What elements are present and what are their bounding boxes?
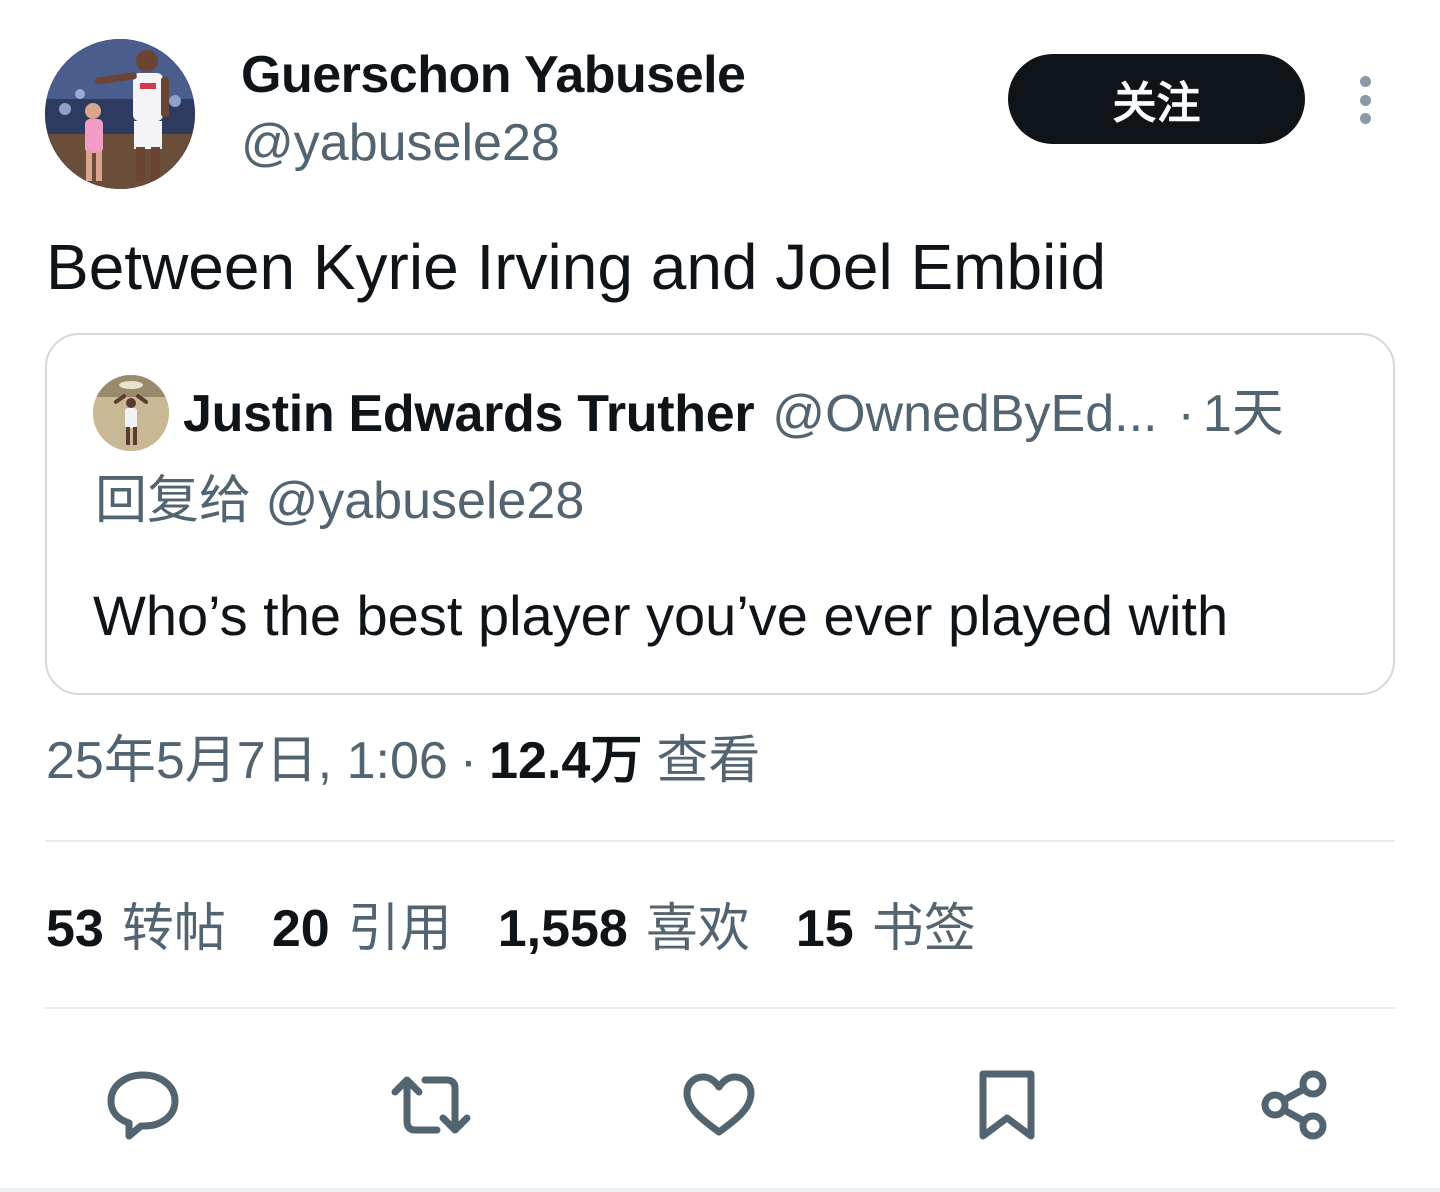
reply-prefix: 回复给 [95,472,252,530]
stat-number: 53 [46,900,104,958]
reply-mention[interactable]: @yabusele28 [265,472,584,530]
quote-author-avatar[interactable] [93,375,169,451]
like-icon[interactable] [664,1050,774,1160]
avatar-photo [45,39,195,189]
action-bar [0,1050,1440,1160]
stat-label: 转帖 [121,900,226,958]
quote-timestamp[interactable]: 1天 [1203,379,1284,449]
reply-icon[interactable] [88,1050,198,1160]
quote-text: Who’s the best player you’ve ever played… [93,584,1229,647]
stat-number: 15 [795,900,854,958]
stat-label: 喜欢 [645,900,750,958]
divider [45,840,1395,842]
bottom-separator [0,1188,1440,1192]
author-handle[interactable]: @yabusele28 [241,112,560,174]
stat-bookmarks[interactable]: 15 书签 [796,893,976,965]
tweet-timestamp[interactable]: 25年5月7日, 1:06 [46,726,448,796]
divider [45,1007,1395,1009]
stat-number: 20 [271,900,330,958]
tweet-detail-page: Guerschon Yabusele @yabusele28 关注 Betwee… [0,0,1440,1192]
bookmark-icon[interactable] [952,1050,1062,1160]
tweet-text: Between Kyrie Irving and Joel Embiid [46,231,1107,303]
author-avatar[interactable] [45,39,195,189]
stat-label: 引用 [347,900,452,958]
stat-label: 书签 [871,900,976,958]
stat-quotes[interactable]: 20 引用 [272,893,452,965]
meta-separator: · [459,732,478,790]
stat-reposts[interactable]: 53 转帖 [46,893,226,965]
repost-icon[interactable] [376,1050,486,1160]
stat-number: 1,558 [497,900,628,958]
quoted-tweet-card[interactable]: Justin Edwards Truther @OwnedByEd... · 1… [45,333,1395,695]
quote-separator: · [1177,385,1195,443]
engagement-stats: 53 转帖 20 引用 1,558 喜欢 15 书签 [46,893,1022,965]
follow-button[interactable]: 关注 [1008,54,1305,144]
more-vertical-icon[interactable] [1340,70,1390,130]
quote-display-name[interactable]: Justin Edwards Truther [183,379,755,449]
views-label: 查看 [656,732,761,790]
quote-header: Justin Edwards Truther @OwnedByEd... · 1… [183,379,1284,449]
quote-avatar-photo [93,375,169,451]
more-dot [1359,76,1371,87]
more-dot [1359,94,1371,106]
quote-handle[interactable]: @OwnedByEd... [772,379,1157,449]
quote-reply-context: 回复给 @yabusele28 [95,467,584,535]
more-dot [1359,113,1371,124]
tweet-meta: 25年5月7日, 1:06 · 12.4万 查看 [46,726,760,796]
share-icon[interactable] [1240,1050,1350,1160]
author-display-name[interactable]: Guerschon Yabusele [241,44,746,106]
views-count[interactable]: 12.4万 [489,726,642,796]
stat-likes[interactable]: 1,558 喜欢 [498,893,750,965]
